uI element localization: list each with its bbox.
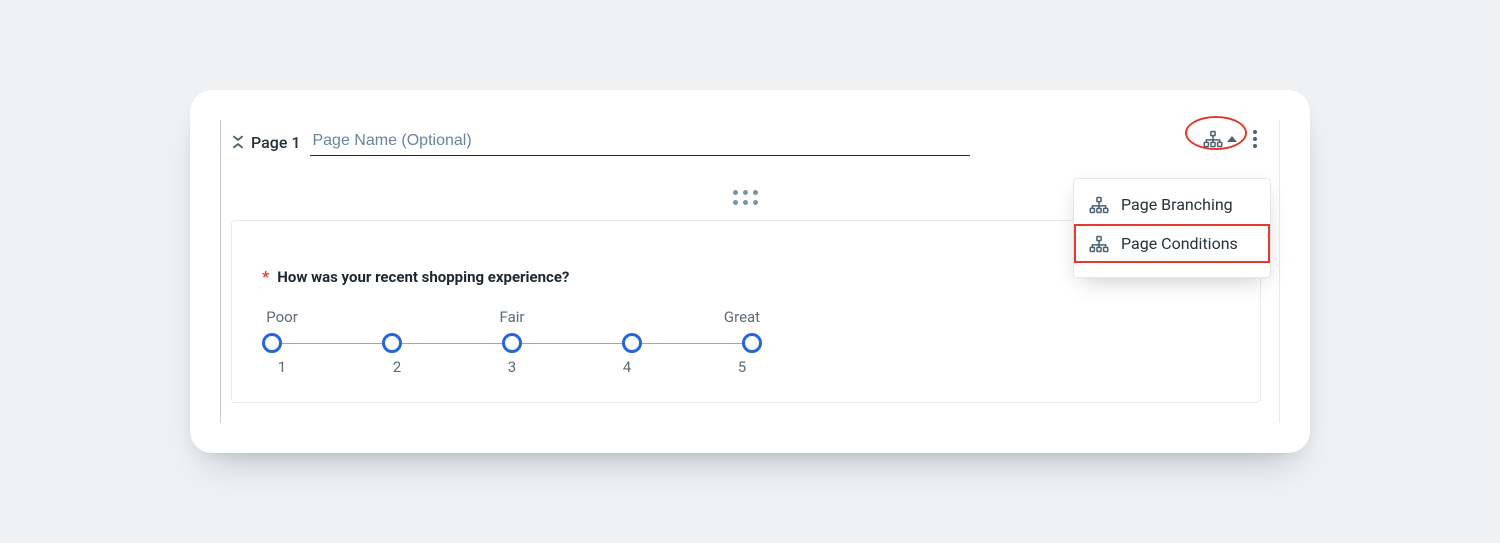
scale-option-2[interactable] xyxy=(382,333,402,353)
rating-scale: Poor Fair Great 1 2 3 4 xyxy=(262,308,762,376)
dropdown-item-page-branching[interactable]: Page Branching xyxy=(1074,185,1270,224)
hierarchy-icon xyxy=(1089,196,1109,214)
scale-option-4[interactable] xyxy=(622,333,642,353)
page-inner: Page 1 xyxy=(220,120,1280,423)
scale-number-labels: 1 2 3 4 5 xyxy=(262,358,762,376)
question-text: How was your recent shopping experience? xyxy=(277,268,569,286)
scale-label-left: Poor xyxy=(262,308,302,326)
scale-option-3[interactable] xyxy=(502,333,522,353)
page-more-button[interactable] xyxy=(1249,126,1261,152)
required-star: * xyxy=(262,267,269,286)
page-header-actions xyxy=(1199,126,1261,152)
scale-track xyxy=(262,332,762,354)
scale-num-3: 3 xyxy=(492,358,532,376)
caret-up-icon xyxy=(1227,136,1237,142)
scale-num-2: 2 xyxy=(377,358,417,376)
dropdown-item-label: Page Branching xyxy=(1121,195,1233,214)
collapse-icon xyxy=(231,135,245,149)
scale-label-right: Great xyxy=(722,308,762,326)
hierarchy-icon xyxy=(1089,235,1109,253)
hierarchy-icon xyxy=(1203,130,1223,148)
page-name-input[interactable] xyxy=(310,128,970,156)
page-logic-dropdown: Page Branching Page Conditions xyxy=(1073,178,1271,278)
drag-handle-icon[interactable] xyxy=(733,190,759,206)
page-card: Page 1 xyxy=(190,90,1310,453)
scale-num-4: 4 xyxy=(607,358,647,376)
page-header: Page 1 xyxy=(231,128,1261,156)
scale-anchor-labels: Poor Fair Great xyxy=(262,308,762,326)
scale-num-5: 5 xyxy=(722,358,762,376)
scale-num-1: 1 xyxy=(262,358,302,376)
page-logic-button[interactable] xyxy=(1199,127,1241,151)
page-collapse-toggle[interactable]: Page 1 xyxy=(231,133,300,152)
scale-option-1[interactable] xyxy=(262,333,282,353)
dropdown-item-page-conditions[interactable]: Page Conditions xyxy=(1074,224,1270,263)
scale-option-5[interactable] xyxy=(742,333,762,353)
dropdown-item-label: Page Conditions xyxy=(1121,234,1238,253)
scale-label-mid: Fair xyxy=(492,308,532,326)
page-label-text: Page 1 xyxy=(251,133,300,152)
